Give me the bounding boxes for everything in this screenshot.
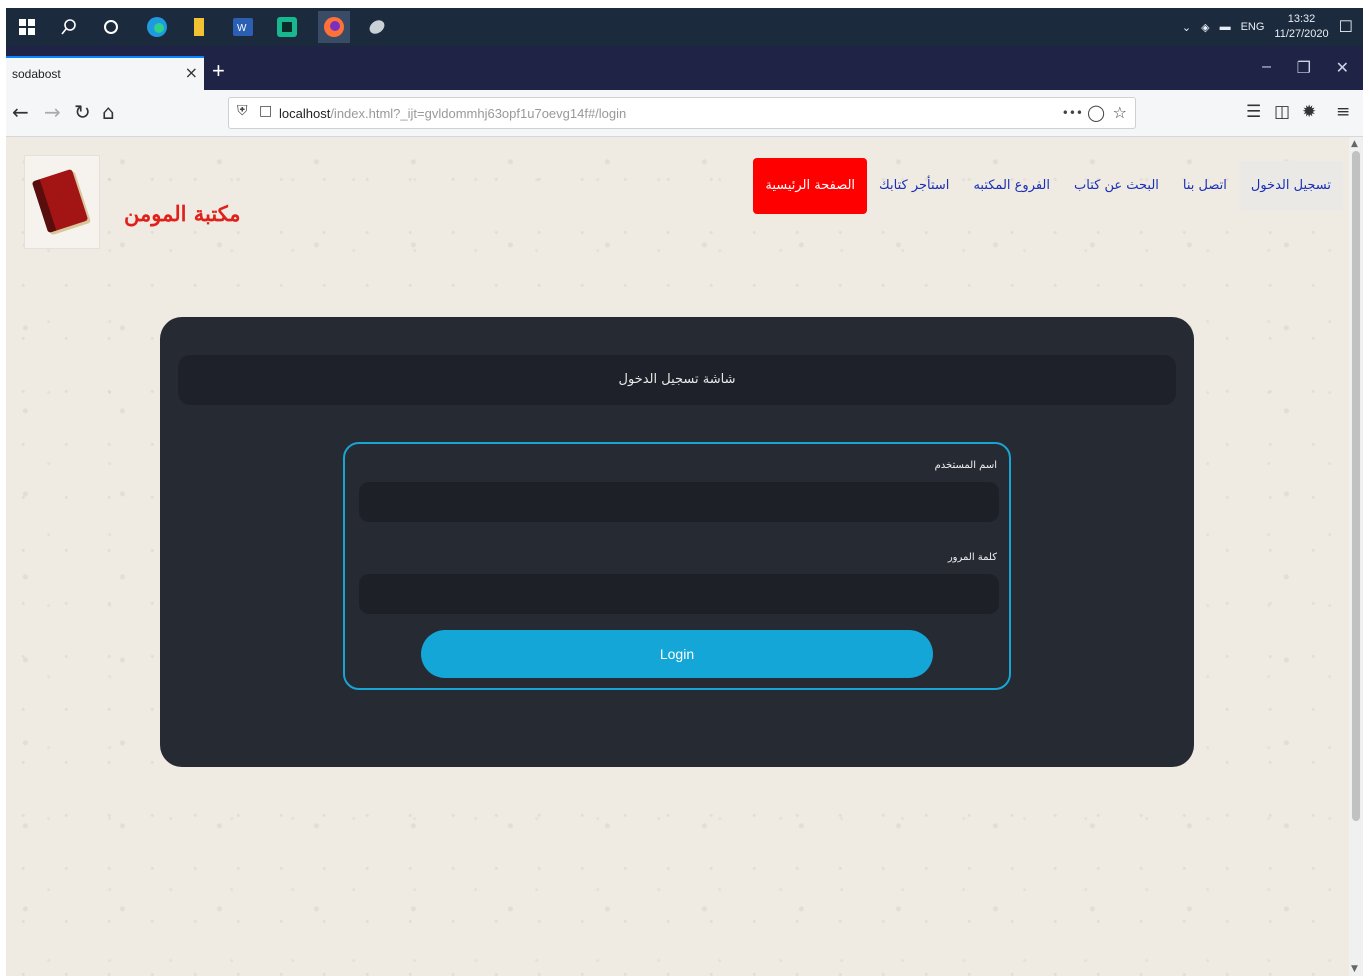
- close-window-icon[interactable]: ✕: [1336, 58, 1349, 78]
- url-host: localhost: [279, 106, 331, 121]
- back-icon[interactable]: ←: [12, 100, 29, 124]
- password-input[interactable]: [359, 574, 999, 614]
- bookmark-star-icon[interactable]: ☆: [1113, 103, 1127, 122]
- menu-contact[interactable]: اتصل بنا: [1171, 157, 1239, 215]
- login-form: اسم المستخدم كلمة المرور Login: [343, 442, 1011, 690]
- book-icon: [31, 168, 89, 234]
- menu-branches[interactable]: الفروع المكتبه: [961, 157, 1062, 215]
- login-button[interactable]: Login: [421, 630, 933, 678]
- chevron-up-icon[interactable]: ⌄: [1182, 21, 1191, 34]
- windows-taskbar: W ⌄ ◈ ▬ ENG 13:32 11/27/2020 ☐: [6, 8, 1363, 46]
- url-bar[interactable]: ⛨ □ localhost/index.html?_ijt=gvldommhj6…: [228, 97, 1136, 129]
- scroll-thumb[interactable]: [1352, 151, 1360, 821]
- firefox-icon[interactable]: [318, 11, 350, 43]
- windows-start-icon[interactable]: [14, 14, 40, 40]
- word-icon[interactable]: W: [230, 14, 256, 40]
- language-indicator[interactable]: ENG: [1241, 21, 1265, 33]
- extension-icon[interactable]: ✹: [1302, 102, 1316, 122]
- scroll-up-icon[interactable]: ▲: [1351, 139, 1358, 149]
- login-card-title: شاشة تسجيل الدخول: [178, 355, 1176, 405]
- page-icon: □: [259, 103, 273, 119]
- page-scrollbar[interactable]: ▲ ▼: [1349, 137, 1363, 976]
- url-path: /index.html?_ijt=gvldommhj63opf1u7oevg14…: [330, 106, 627, 121]
- battery-icon[interactable]: ▬: [1220, 21, 1231, 33]
- menu-home[interactable]: الصفحة الرئيسية: [753, 158, 868, 214]
- tab-title: sodabost: [12, 67, 61, 81]
- system-tray: ⌄ ◈ ▬ ENG 13:32 11/27/2020 ☐: [1182, 8, 1353, 46]
- pocket-icon[interactable]: ◯: [1087, 103, 1105, 122]
- more-actions-icon[interactable]: •••: [1062, 106, 1083, 120]
- search-icon[interactable]: [56, 14, 82, 40]
- menu-rent-book[interactable]: استأجر كتابك: [867, 157, 961, 215]
- leaf-app-icon[interactable]: [364, 14, 390, 40]
- menu-icon[interactable]: ≡: [1336, 102, 1350, 122]
- sidebar-icon[interactable]: ◫: [1274, 102, 1290, 122]
- password-label: كلمة المرور: [947, 552, 997, 563]
- main-menu: تسجيل الدخول اتصل بنا البحث عن كتاب الفر…: [745, 157, 1343, 215]
- app-icon[interactable]: [274, 14, 300, 40]
- clock-time: 13:32: [1287, 13, 1316, 25]
- close-tab-icon[interactable]: ×: [185, 63, 198, 82]
- forward-icon[interactable]: →: [44, 100, 61, 124]
- browser-nav-bar: ← → ↻ ⌂ ⛨ □ localhost/index.html?_ijt=gv…: [6, 90, 1363, 137]
- notification-icon[interactable]: ☐: [1339, 17, 1353, 37]
- svg-text:W: W: [237, 23, 247, 34]
- library-icon[interactable]: ☰: [1246, 102, 1261, 122]
- file-explorer-icon[interactable]: [186, 14, 212, 40]
- site-logo[interactable]: [24, 155, 100, 249]
- browser-tab-bar: sodabost × + – ❐ ✕: [6, 46, 1363, 90]
- menu-login[interactable]: تسجيل الدخول: [1238, 161, 1343, 211]
- url-text[interactable]: localhost/index.html?_ijt=gvldommhj63opf…: [279, 106, 626, 121]
- minimize-icon[interactable]: –: [1262, 58, 1271, 76]
- restore-icon[interactable]: ❐: [1297, 58, 1311, 78]
- globe-icon[interactable]: ◈: [1201, 21, 1209, 34]
- edge-icon[interactable]: [144, 14, 170, 40]
- site-name: مكتبة المومن: [124, 201, 241, 226]
- login-card: شاشة تسجيل الدخول اسم المستخدم كلمة المر…: [160, 317, 1194, 767]
- page-content: مكتبة المومن تسجيل الدخول اتصل بنا البحث…: [6, 137, 1349, 976]
- clock-date: 11/27/2020: [1274, 28, 1329, 40]
- clock[interactable]: 13:32 11/27/2020: [1274, 12, 1328, 42]
- home-icon[interactable]: ⌂: [102, 100, 115, 124]
- shield-icon[interactable]: ⛨: [237, 103, 248, 119]
- username-label: اسم المستخدم: [934, 460, 997, 471]
- reload-icon[interactable]: ↻: [74, 100, 91, 124]
- browser-tab[interactable]: sodabost ×: [6, 56, 204, 90]
- username-input[interactable]: [359, 482, 999, 522]
- cortana-icon[interactable]: [98, 14, 124, 40]
- scroll-down-icon[interactable]: ▼: [1351, 964, 1358, 974]
- new-tab-button[interactable]: +: [212, 58, 225, 84]
- menu-search-book[interactable]: البحث عن كتاب: [1062, 157, 1171, 215]
